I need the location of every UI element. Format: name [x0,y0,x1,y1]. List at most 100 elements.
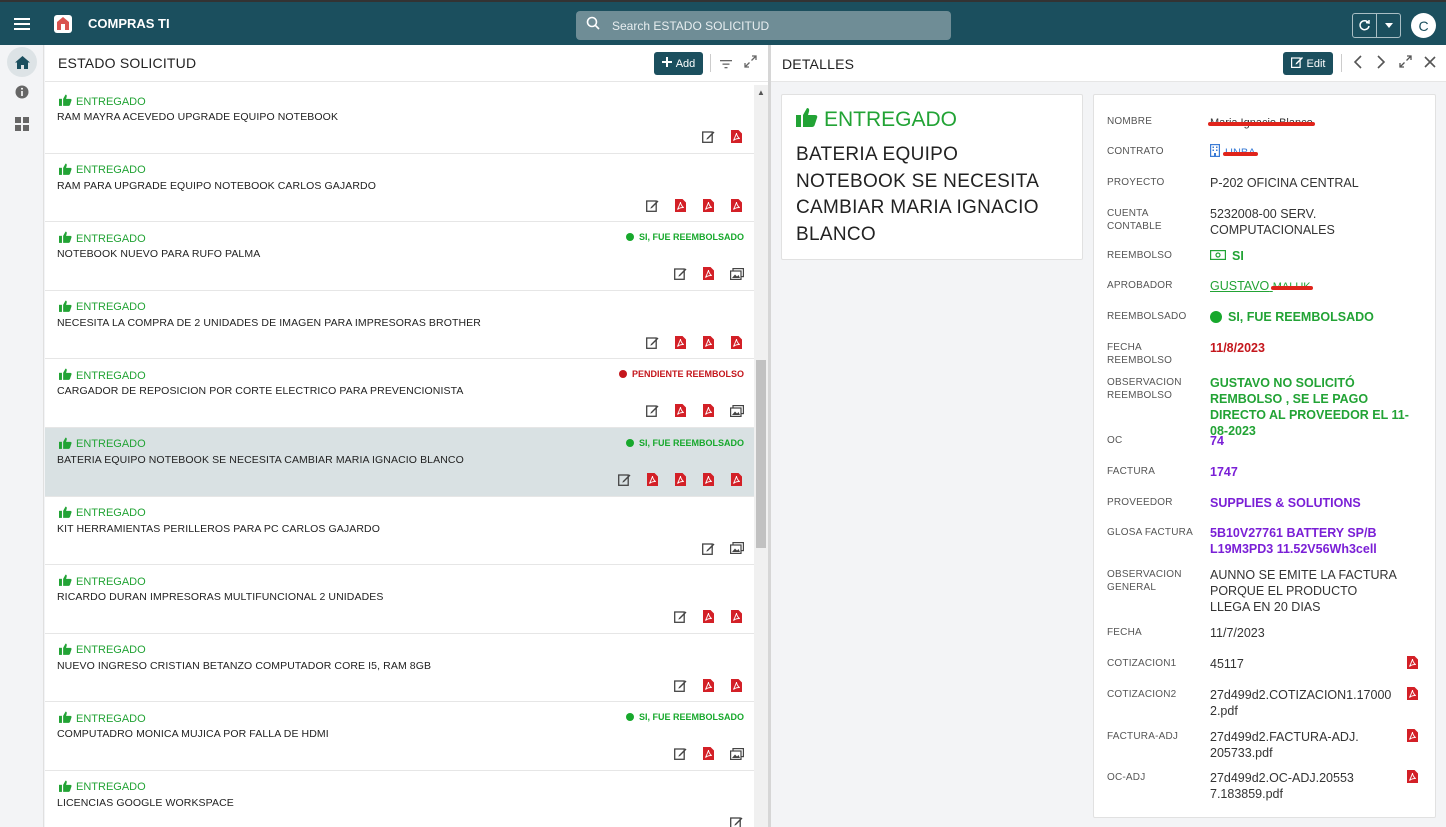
sync-icon[interactable] [1353,14,1377,37]
close-icon[interactable] [1424,55,1436,73]
field-label: NOMBRE [1107,116,1153,127]
pdf-icon[interactable] [729,198,744,213]
edit-icon[interactable] [645,335,660,350]
field-value[interactable]: 45117 [1210,656,1422,672]
list-scrollbar[interactable]: ▲ [754,85,768,827]
nav-grid[interactable] [0,110,44,142]
list-item[interactable]: ENTREGADO NUEVO INGRESO CRISTIAN BETANZO … [45,633,754,703]
gallery-icon[interactable] [729,541,744,556]
header-divider [710,54,711,72]
pdf-icon[interactable] [701,609,716,624]
edit-icon[interactable] [673,746,688,761]
field-value[interactable]: 27d499d2.COTIZACION1.170002.pdf [1210,687,1398,719]
chevron-right-icon[interactable] [1376,55,1386,74]
pdf-icon[interactable] [729,678,744,693]
pdf-icon[interactable] [729,609,744,624]
row-title: KIT HERRAMIENTAS PERILLEROS PARA PC CARL… [57,522,380,535]
field-label: GLOSA FACTURA [1107,527,1193,538]
field-value[interactable]: 27d499d2.FACTURA-ADJ.205733.pdf [1210,729,1360,761]
row-title: LICENCIAS GOOGLE WORKSPACE [57,796,234,809]
field-value[interactable]: 27d499d2.OC-ADJ.205537.183859.pdf [1210,770,1360,802]
edit-icon[interactable] [645,198,660,213]
edit-icon[interactable] [673,609,688,624]
field-value[interactable]: GUSTAVO MALUK [1210,278,1422,295]
edit-button[interactable]: Edit [1283,52,1333,75]
edit-icon[interactable] [645,403,660,418]
pdf-icon[interactable] [673,403,688,418]
field-value: GUSTAVO NO SOLICITÓ REMBOLSO , SE LE PAG… [1210,376,1409,438]
list-item[interactable]: ENTREGADO LICENCIAS GOOGLE WORKSPACE [45,770,754,827]
list-item[interactable]: ENTREGADO NECESITA LA COMPRA DE 2 UNIDADE… [45,290,754,360]
pdf-icon[interactable] [701,198,716,213]
nav-info[interactable] [0,78,44,110]
edit-icon[interactable] [673,678,688,693]
edit-icon[interactable] [701,541,716,556]
search-bar[interactable] [576,11,951,40]
list-item[interactable]: ENTREGADO RICARDO DURAN IMPRESORAS MULTIF… [45,565,754,634]
field-label: OC-ADJ [1107,772,1146,783]
gallery-icon[interactable] [729,746,744,761]
nav-home[interactable] [0,46,44,78]
status-dot-icon [625,438,634,447]
row-status-label: ENTREGADO [76,712,146,725]
pdf-icon[interactable] [673,198,688,213]
search-input[interactable] [612,18,932,33]
row-title: CARGADOR DE REPOSICION POR CORTE ELECTRI… [57,385,464,398]
add-button[interactable]: Add [654,52,703,75]
row-status-label: ENTREGADO [76,575,146,588]
pdf-icon[interactable] [1407,687,1418,705]
row-actions [701,541,744,556]
list-item[interactable]: ENTREGADO BATERIA EQUIPO NOTEBOOK SE NECE… [45,427,754,497]
scroll-thumb[interactable] [756,360,766,548]
redacted-value[interactable]: UNBA [1223,145,1258,161]
field-value: P-202 OFICINA CENTRAL [1210,176,1359,190]
field-value: 5B10V27761 BATTERY SP/B L19M3PD3 11.52V5… [1210,526,1377,556]
fields-card: NOMBRE Maria Ignacio Blanco CONTRATO UNB… [1093,94,1436,818]
pdf-icon[interactable] [1407,770,1418,788]
pdf-icon[interactable] [701,403,716,418]
filter-icon[interactable] [720,56,732,74]
pdf-icon[interactable] [1407,656,1418,674]
pdf-icon[interactable] [701,335,716,350]
expand-icon[interactable] [1399,55,1412,73]
list-item[interactable]: ENTREGADO COMPUTADRO MONICA MUJICA POR FA… [45,702,754,771]
row-status: ENTREGADO [59,643,146,658]
aprobador-value[interactable]: GUSTAVO [1210,279,1269,293]
redacted-value: Maria Ignacio Blanco [1208,117,1315,129]
list-item[interactable]: ENTREGADO KIT HERRAMIENTAS PERILLEROS PAR… [45,496,754,566]
scroll-up-icon[interactable]: ▲ [757,88,765,97]
row-status: ENTREGADO [59,300,146,315]
gallery-icon[interactable] [729,403,744,418]
field-label: COTIZACION2 [1107,689,1177,700]
pdf-icon[interactable] [729,335,744,350]
chevron-left-icon[interactable] [1353,55,1363,74]
pdf-icon[interactable] [701,266,716,281]
edit-icon[interactable] [729,815,744,827]
thumbs-up-icon [59,574,72,589]
edit-icon[interactable] [701,129,716,144]
row-status-label: ENTREGADO [76,507,146,520]
list-item[interactable]: ENTREGADO RAM PARA UPGRADE EQUIPO NOTEBOO… [45,153,754,223]
thumbs-up-icon [59,780,72,795]
expand-icon[interactable] [744,55,757,73]
pdf-icon[interactable] [673,335,688,350]
list-item[interactable]: ENTREGADO CARGADOR DE REPOSICION POR CORT… [45,359,754,428]
gallery-icon[interactable] [729,266,744,281]
pdf-icon[interactable] [701,746,716,761]
pdf-icon[interactable] [1407,729,1418,747]
pdf-icon[interactable] [673,472,688,487]
edit-icon[interactable] [617,472,632,487]
pdf-icon[interactable] [645,472,660,487]
list-item[interactable]: ENTREGADO RAM MAYRA ACEVEDO UPGRADE EQUIP… [45,85,754,154]
pdf-icon[interactable] [701,678,716,693]
detail-panel-header: DETALLES Edit [771,45,1446,82]
pdf-icon[interactable] [729,472,744,487]
caret-down-icon[interactable] [1377,14,1400,37]
avatar[interactable]: C [1411,13,1436,38]
pdf-icon[interactable] [701,472,716,487]
list-item[interactable]: ENTREGADO NOTEBOOK NUEVO PARA RUFO PALMA S… [45,222,754,291]
edit-icon[interactable] [673,266,688,281]
menu-icon[interactable] [0,2,44,45]
request-list[interactable]: ENTREGADO RAM MAYRA ACEVEDO UPGRADE EQUIP… [45,85,754,827]
pdf-icon[interactable] [729,129,744,144]
